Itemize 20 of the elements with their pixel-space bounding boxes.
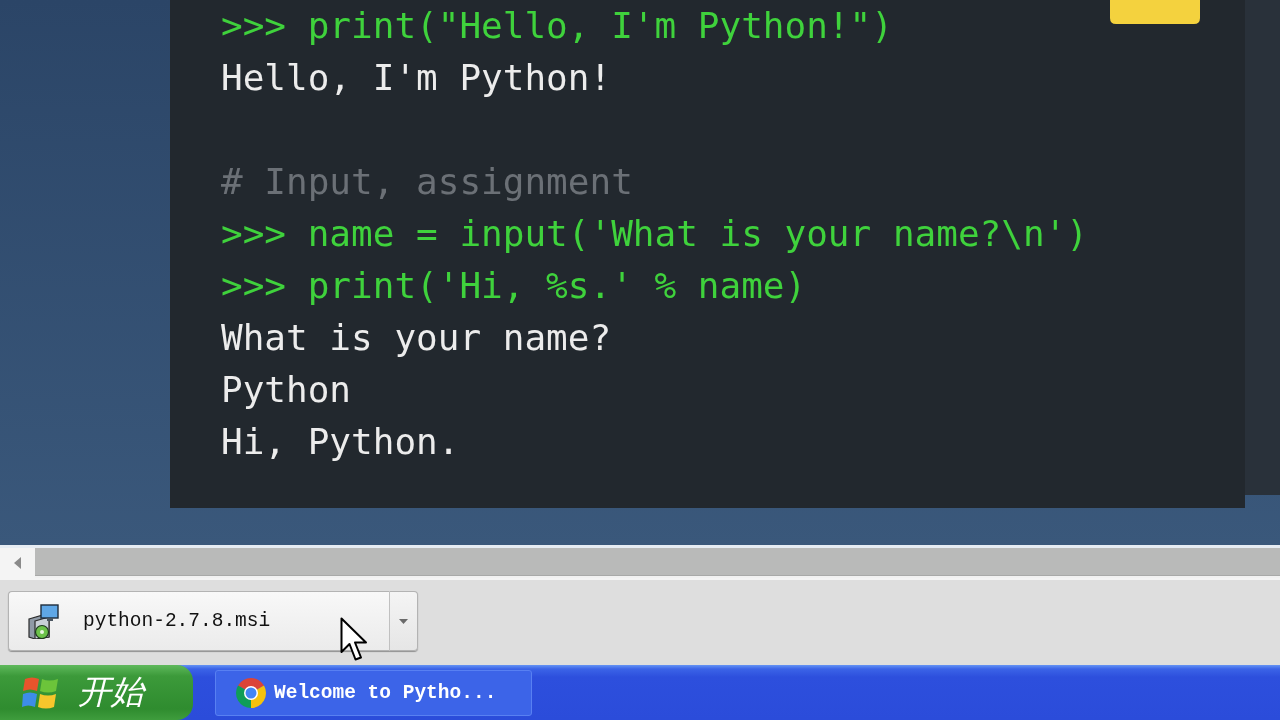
mouse-pointer-icon [340, 617, 367, 662]
output-line: Hello, I'm Python! [221, 56, 612, 100]
left-arrow-icon [14, 557, 21, 569]
output-line: Hi, Python. [221, 420, 460, 464]
taskbar-window-button[interactable]: Welcome to Pytho... [215, 669, 532, 716]
windows-flag-icon [22, 675, 60, 710]
start-button[interactable]: 开始 [0, 665, 193, 720]
download-item[interactable]: python-2.7.8.msi [8, 591, 390, 651]
output-line: What is your name? [221, 316, 612, 360]
browser-icon [236, 677, 266, 708]
comment-line: # Input, assignment [221, 160, 633, 204]
caret-icon [399, 618, 408, 624]
prompt-code-line: >>> print('Hi, %s.' % name) [221, 264, 807, 308]
download-menu-button[interactable] [390, 591, 418, 651]
installer-package-icon [27, 603, 60, 639]
prompt-code-line: >>> print("Hello, I'm Python!") [221, 4, 893, 48]
output-line: Python [221, 368, 352, 412]
tab-marker-icon [1110, 0, 1200, 24]
prompt-code-line: >>> name = input('What is your name?\n') [221, 212, 1088, 256]
scrollbar-thumb[interactable] [35, 548, 1280, 576]
